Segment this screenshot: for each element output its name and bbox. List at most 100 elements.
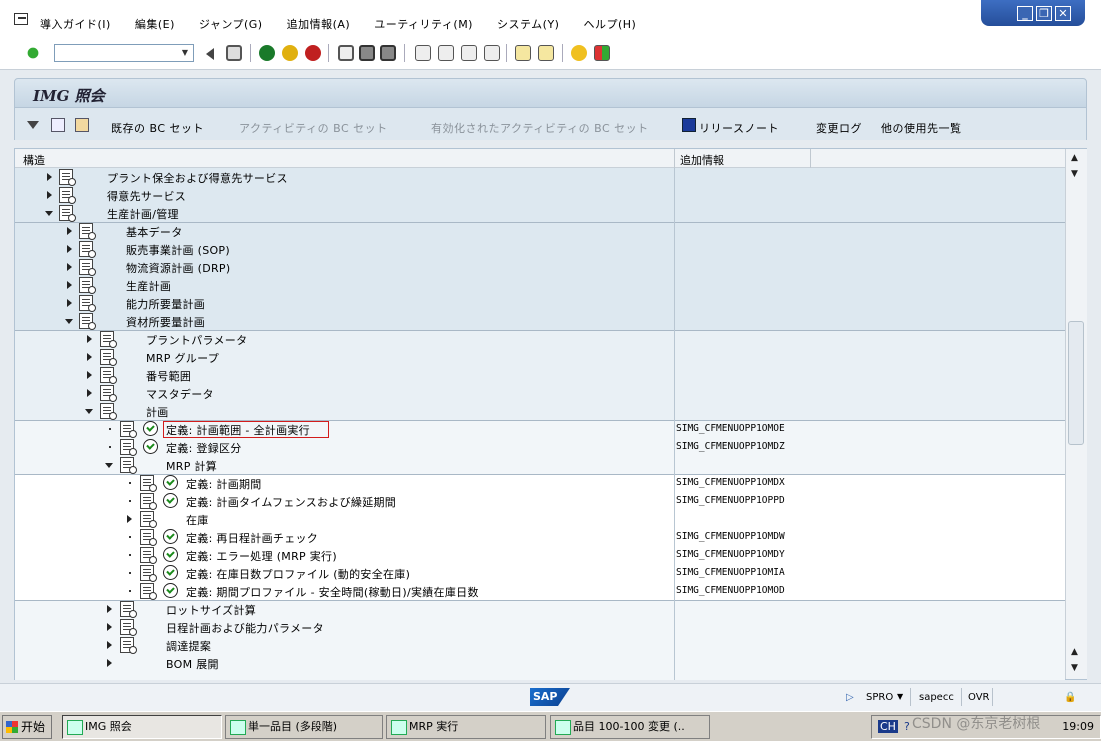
customize-layout-icon[interactable] [594, 45, 610, 61]
menu-system[interactable]: システム(Y) [497, 16, 559, 32]
tree-node[interactable]: 計画 [15, 402, 1065, 420]
shortcut-icon[interactable] [538, 45, 554, 61]
menu-system-icon[interactable] [14, 13, 28, 25]
menu-guide[interactable]: 導入ガイド(I) [40, 16, 111, 32]
vertical-scrollbar[interactable]: ▲ ▼ ▲ ▼ [1065, 149, 1087, 679]
tree-node[interactable]: BOM 展開 [15, 654, 1065, 672]
tree-node[interactable]: 資材所要量計画 [15, 312, 1065, 330]
collapsed-arrow-icon[interactable] [87, 371, 92, 379]
collapsed-arrow-icon[interactable] [47, 173, 52, 181]
start-button[interactable]: 开始 [2, 715, 52, 739]
info-icon[interactable] [682, 118, 696, 132]
tree-node[interactable]: 物流資源計画 (DRP) [15, 258, 1065, 276]
prev-page-icon[interactable] [438, 45, 454, 61]
scroll-thumb[interactable] [1068, 321, 1084, 445]
execute-clock-icon[interactable] [163, 493, 178, 508]
task-single-material[interactable]: 単一品目 (多段階) [225, 715, 383, 739]
collapsed-arrow-icon[interactable] [87, 389, 92, 397]
collapsed-arrow-icon[interactable] [107, 623, 112, 631]
tree-node[interactable]: 日程計画および能力パラメータ [15, 618, 1065, 636]
collapse-subtree-icon[interactable] [51, 118, 65, 132]
chevron-down-icon[interactable]: ▼ [897, 692, 903, 701]
find-next-icon[interactable] [380, 45, 396, 61]
document-icon[interactable] [140, 565, 157, 582]
tree-node[interactable]: 在庫 [15, 510, 1065, 528]
scroll-down-icon[interactable]: ▼ [1071, 169, 1078, 179]
expand-status-icon[interactable]: ▷ [846, 692, 854, 703]
find-icon[interactable] [359, 45, 375, 61]
help-icon[interactable]: ? [904, 720, 910, 733]
task-mrp-run[interactable]: MRP 実行 [386, 715, 546, 739]
execute-clock-icon[interactable] [143, 439, 158, 454]
expand-subtree-icon[interactable] [27, 121, 39, 129]
menu-extras[interactable]: 追加情報(A) [287, 16, 351, 32]
tree-node[interactable]: 定義: 在庫日数プロファイル (動的安全在庫) SIMG_CFMENUOPP1OM… [15, 564, 1065, 582]
scroll-up-icon[interactable]: ▲ [1071, 153, 1078, 163]
expanded-arrow-icon[interactable] [85, 409, 93, 414]
tree-node[interactable]: ロットサイズ計算 [15, 600, 1065, 618]
execute-clock-icon[interactable] [163, 529, 178, 544]
document-icon[interactable] [140, 529, 157, 546]
print-icon[interactable] [338, 45, 354, 61]
tree-node[interactable]: 生産計画/管理 [15, 204, 1065, 222]
new-session-icon[interactable] [515, 45, 531, 61]
last-page-icon[interactable] [484, 45, 500, 61]
expanded-arrow-icon[interactable] [65, 319, 73, 324]
menu-help[interactable]: ヘルプ(H) [583, 16, 636, 32]
collapsed-arrow-icon[interactable] [87, 335, 92, 343]
language-indicator[interactable]: CH [878, 720, 898, 733]
activity-bc-set-button[interactable]: アクティビティの BC セット [225, 120, 388, 136]
expanded-arrow-icon[interactable] [105, 463, 113, 468]
scroll-down-icon[interactable]: ▼ [1071, 663, 1078, 673]
collapsed-arrow-icon[interactable] [67, 227, 72, 235]
existing-bc-set-button[interactable]: 既存の BC セット [111, 120, 204, 136]
additional-info-column-header[interactable]: 追加情報 [680, 152, 724, 168]
save-icon[interactable] [226, 45, 242, 61]
first-page-icon[interactable] [415, 45, 431, 61]
release-notes-button[interactable]: リリースノート [699, 120, 779, 136]
collapsed-arrow-icon[interactable] [47, 191, 52, 199]
tree-node[interactable]: プラントパラメータ [15, 330, 1065, 348]
next-page-icon[interactable] [461, 45, 477, 61]
execute-clock-icon[interactable] [143, 421, 158, 436]
collapsed-arrow-icon[interactable] [87, 353, 92, 361]
close-button[interactable]: ✕ [1055, 5, 1071, 21]
where-used-list-button[interactable]: 他の使用先一覧 [881, 120, 962, 136]
enter-icon[interactable] [25, 45, 41, 61]
tree-node[interactable]: MRP グループ [15, 348, 1065, 366]
tree-node[interactable]: 定義: 計画タイムフェンスおよび繰延期間 SIMG_CFMENUOPP1OPPD [15, 492, 1065, 510]
tree-node[interactable]: プラント保全および得意先サービス [15, 168, 1065, 186]
collapsed-arrow-icon[interactable] [107, 605, 112, 613]
collapsed-arrow-icon[interactable] [67, 299, 72, 307]
maximize-button[interactable]: ❐ [1036, 5, 1052, 21]
back-icon[interactable] [259, 45, 275, 61]
tree-node[interactable]: 定義: 計画期間 SIMG_CFMENUOPP1OMDX [15, 474, 1065, 492]
collapsed-arrow-icon[interactable] [67, 245, 72, 253]
activated-activity-bc-set-button[interactable]: 有効化されたアクティビティの BC セット [417, 120, 649, 136]
exit-icon[interactable] [282, 45, 298, 61]
position-icon[interactable] [75, 118, 89, 132]
tree-node[interactable]: マスタデータ [15, 384, 1065, 402]
collapsed-arrow-icon[interactable] [107, 641, 112, 649]
menu-utilities[interactable]: ユーティリティ(M) [374, 16, 473, 32]
tree-node[interactable]: 番号範囲 [15, 366, 1065, 384]
change-log-button[interactable]: 変更ログ [816, 120, 862, 136]
tree-node[interactable]: 得意先サービス [15, 186, 1065, 204]
tree-node[interactable]: 調達提案 [15, 636, 1065, 654]
tree-node[interactable]: 販売事業計画 (SOP) [15, 240, 1065, 258]
collapsed-arrow-icon[interactable] [67, 281, 72, 289]
tree-node[interactable]: 生産計画 [15, 276, 1065, 294]
document-icon[interactable] [140, 475, 157, 492]
document-icon[interactable] [140, 493, 157, 510]
document-icon[interactable] [120, 439, 137, 456]
tree-node[interactable]: MRP 計算 [15, 456, 1065, 474]
execute-clock-icon[interactable] [163, 583, 178, 598]
back-arrow-icon[interactable] [204, 48, 214, 60]
structure-column-header[interactable]: 構造 [23, 152, 45, 168]
transaction-code[interactable]: SPRO [866, 692, 893, 703]
insert-mode[interactable]: OVR [968, 692, 989, 703]
cancel-icon[interactable] [305, 45, 321, 61]
tree-node[interactable]: 能力所要量計画 [15, 294, 1065, 312]
document-icon[interactable] [140, 547, 157, 564]
expanded-arrow-icon[interactable] [45, 211, 53, 216]
